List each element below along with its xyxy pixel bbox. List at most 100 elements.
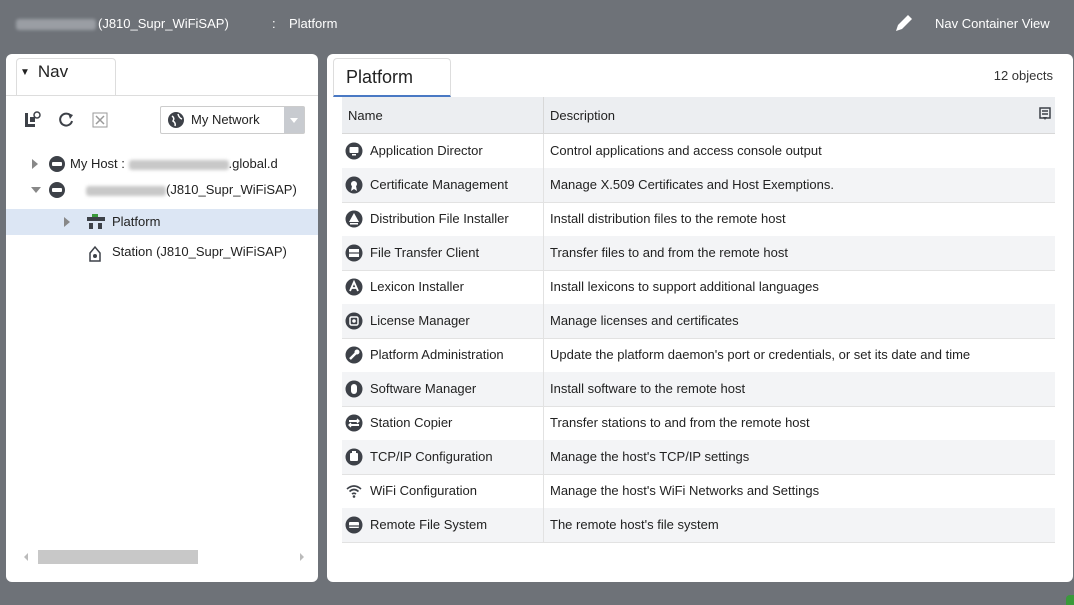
column-divider: [543, 270, 544, 304]
redacted-ip: [16, 19, 96, 31]
column-divider[interactable]: [543, 97, 544, 133]
table-header: Name Description: [342, 97, 1055, 134]
connect-host-icon[interactable]: [20, 108, 44, 132]
table-row[interactable]: TCP/IP Configuration Manage the host's TC…: [342, 440, 1055, 475]
table-row[interactable]: Application Director Control applications…: [342, 134, 1055, 169]
pencil-icon[interactable]: [893, 12, 915, 34]
software-icon: [345, 380, 363, 398]
caret-down-icon: ▼: [20, 67, 30, 79]
table-row[interactable]: Distribution File Installer Install distr…: [342, 202, 1055, 237]
column-divider: [543, 406, 544, 440]
row-description: Install lexicons to support additional l…: [550, 279, 819, 294]
column-divider: [543, 440, 544, 474]
row-name: File Transfer Client: [370, 245, 480, 260]
app-director-icon: [345, 142, 363, 160]
host-icon: [49, 156, 65, 172]
column-divider: [543, 202, 544, 236]
close-icon[interactable]: [88, 108, 112, 132]
scroll-left-icon[interactable]: [24, 553, 28, 561]
table-row[interactable]: WiFi Configuration Manage the host's WiFi…: [342, 474, 1055, 509]
row-name: Application Director: [370, 143, 483, 158]
table-row[interactable]: Station Copier Transfer stations to and f…: [342, 406, 1055, 441]
table-row[interactable]: Lexicon Installer Install lexicons to sup…: [342, 270, 1055, 305]
tree-item-remote-host[interactable]: (J810_Supr_WiFiSAP): [6, 177, 318, 203]
tree-item-station[interactable]: Station (J810_Supr_WiFiSAP): [6, 239, 318, 265]
table-row[interactable]: File Transfer Client Transfer files to an…: [342, 236, 1055, 271]
table-row[interactable]: Platform Administration Update the platfo…: [342, 338, 1055, 373]
license-icon: [345, 312, 363, 330]
remote-fs-icon: [345, 516, 363, 534]
tree-item-label: Station (J810_Supr_WiFiSAP): [112, 244, 287, 259]
divider: [6, 95, 318, 96]
row-description: Manage the host's TCP/IP settings: [550, 449, 750, 464]
row-description: Update the platform daemon's port or cre…: [550, 347, 971, 362]
tree-item-label: (J810_Supr_WiFiSAP): [166, 182, 297, 197]
tab-platform[interactable]: Platform: [333, 58, 451, 97]
tree-item-label: My Host :: [70, 156, 125, 171]
tree-item-label-suffix: .global.d: [228, 156, 278, 171]
tcpip-icon: [345, 448, 363, 466]
breadcrumb-host[interactable]: (J810_Supr_WiFiSAP): [16, 16, 229, 31]
breadcrumb-current[interactable]: Platform: [289, 16, 337, 31]
horizontal-scrollbar[interactable]: [24, 550, 304, 564]
object-count: 12 objects: [993, 68, 1053, 83]
platform-admin-icon: [345, 346, 363, 364]
row-name: License Manager: [370, 313, 470, 328]
file-transfer-icon: [345, 244, 363, 262]
row-description: Manage X.509 Certificates and Host Exemp…: [550, 177, 834, 192]
row-description: Manage the host's WiFi Networks and Sett…: [550, 483, 820, 498]
collapse-icon[interactable]: [31, 187, 41, 193]
column-options-icon[interactable]: [1039, 107, 1051, 121]
column-divider: [543, 304, 544, 338]
network-select[interactable]: My Network: [160, 106, 305, 134]
column-header-name[interactable]: Name: [348, 108, 383, 123]
row-name: Distribution File Installer: [370, 211, 509, 226]
row-name: Lexicon Installer: [370, 279, 464, 294]
expand-icon[interactable]: [32, 159, 38, 169]
row-description: Install software to the remote host: [550, 381, 746, 396]
row-name: Station Copier: [370, 415, 453, 430]
row-description: The remote host's file system: [550, 517, 719, 532]
globe-icon: [168, 112, 184, 128]
scrollbar-thumb[interactable]: [38, 550, 198, 564]
expand-icon[interactable]: [64, 217, 70, 227]
column-divider: [543, 338, 544, 372]
nav-tab-label[interactable]: ▼ Nav: [20, 62, 68, 82]
table-row[interactable]: Software Manager Install software to the …: [342, 372, 1055, 407]
breadcrumb-separator: :: [272, 16, 276, 31]
tree-item-my-host[interactable]: My Host : .global.d: [6, 151, 318, 177]
row-description: Install distribution files to the remote…: [550, 211, 786, 226]
title-bar: (J810_Supr_WiFiSAP) : Platform Nav Conta…: [0, 0, 1074, 48]
scroll-right-icon[interactable]: [300, 553, 304, 561]
station-icon: [89, 245, 101, 262]
column-header-description[interactable]: Description: [550, 108, 615, 123]
row-description: Manage licenses and certificates: [550, 313, 739, 328]
network-select-label: My Network: [191, 112, 260, 127]
row-name: WiFi Configuration: [370, 483, 477, 498]
column-divider: [543, 168, 544, 202]
column-divider: [543, 236, 544, 270]
chevron-down-icon[interactable]: [284, 107, 304, 133]
refresh-icon[interactable]: [54, 108, 78, 132]
view-selector[interactable]: Nav Container View: [935, 16, 1050, 31]
tree-item-label: Platform: [112, 214, 161, 229]
table-row[interactable]: License Manager Manage licenses and certi…: [342, 304, 1055, 339]
station-copier-icon: [345, 414, 363, 432]
column-divider: [543, 474, 544, 508]
row-name: Certificate Management: [370, 177, 509, 192]
row-name: Remote File System: [370, 517, 488, 532]
column-divider: [543, 508, 544, 542]
table-row[interactable]: Remote File System The remote host's file…: [342, 508, 1055, 543]
redacted-ip: [86, 185, 166, 196]
table-row[interactable]: Certificate Management Manage X.509 Certi…: [342, 168, 1055, 203]
row-name: Software Manager: [370, 381, 477, 396]
distribution-icon: [345, 210, 363, 228]
column-divider: [543, 372, 544, 406]
nav-panel: ▼ Nav My Network My Host : .global.d (J81…: [6, 54, 318, 582]
row-description: Control applications and access console …: [550, 143, 822, 158]
row-description: Transfer files to and from the remote ho…: [550, 245, 788, 260]
status-indicator: [1066, 595, 1074, 605]
tab-label: Platform: [346, 67, 414, 87]
breadcrumb-host-label: (J810_Supr_WiFiSAP): [98, 16, 229, 31]
tree-item-platform[interactable]: Platform: [6, 209, 318, 235]
